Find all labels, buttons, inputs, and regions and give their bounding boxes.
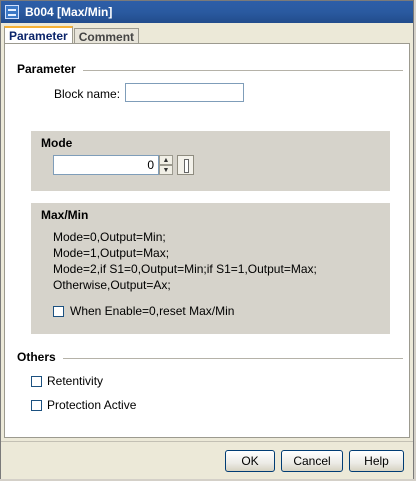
help-button[interactable]: Help [349, 450, 404, 472]
retentivity-checkbox[interactable] [31, 376, 42, 387]
ok-button[interactable]: OK [225, 450, 275, 472]
maxmin-group-title: Max/Min [41, 208, 89, 222]
function-block-icon [5, 5, 19, 19]
title-bar[interactable]: B004 [Max/Min] [1, 1, 413, 23]
mode-group-title: Mode [41, 136, 73, 150]
tab-parameter[interactable]: Parameter [4, 26, 73, 44]
protection-active-label[interactable]: Protection Active [47, 398, 136, 412]
maxmin-description-line: Mode=2,if S1=0,Output=Min;if S1=1,Output… [53, 262, 317, 276]
maxmin-description-line: Mode=1,Output=Max; [53, 246, 170, 260]
parameter-reference-button[interactable] [177, 155, 194, 175]
spin-down-button[interactable]: ▼ [159, 165, 173, 175]
maxmin-group: Max/Min Mode=0,Output=Min; Mode=1,Output… [31, 203, 390, 334]
maxmin-description-line: Mode=0,Output=Min; [53, 230, 166, 244]
parameter-panel: Parameter Block name: Mode ▲ ▼ Max/Min M… [4, 43, 410, 438]
reset-on-disable-label[interactable]: When Enable=0,reset Max/Min [70, 304, 234, 318]
mode-group: Mode ▲ ▼ [31, 131, 390, 191]
spin-up-button[interactable]: ▲ [159, 155, 173, 165]
others-section-divider [63, 358, 403, 359]
block-name-label: Block name: [54, 87, 121, 101]
retentivity-label[interactable]: Retentivity [47, 374, 103, 388]
others-section-title: Others [17, 350, 56, 364]
mode-value-input[interactable] [53, 155, 159, 175]
block-name-input[interactable] [125, 83, 244, 102]
cancel-button[interactable]: Cancel [281, 450, 343, 472]
window-title: B004 [Max/Min] [25, 5, 113, 19]
tab-strip: Parameter Comment [4, 26, 140, 44]
parameter-section-title: Parameter [17, 62, 76, 76]
tab-comment[interactable]: Comment [73, 28, 140, 44]
parameter-section-divider [83, 70, 403, 71]
dialog-window: B004 [Max/Min] Parameter Comment Paramet… [0, 0, 414, 479]
protection-active-checkbox[interactable] [31, 400, 42, 411]
reset-on-disable-checkbox[interactable] [53, 306, 64, 317]
mode-spinner: ▲ ▼ [159, 155, 173, 175]
maxmin-description-line: Otherwise,Output=Ax; [53, 278, 171, 292]
dialog-footer: OK Cancel Help [1, 441, 413, 479]
